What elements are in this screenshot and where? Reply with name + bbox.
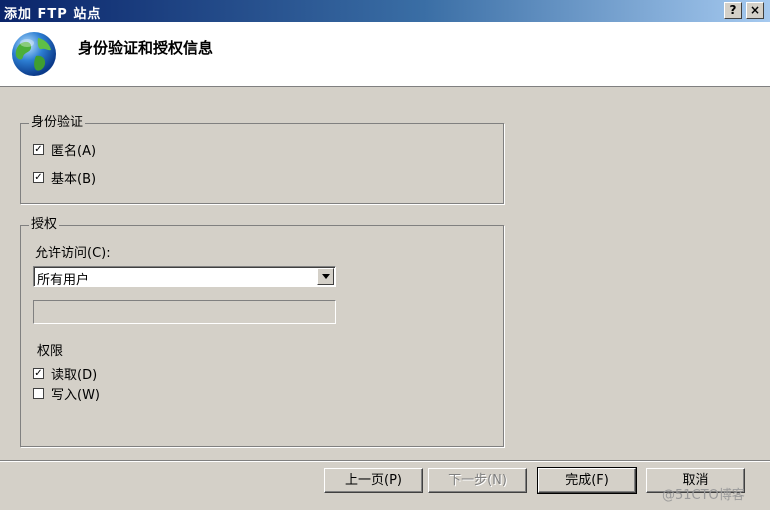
watermark: @51CTO博客 [662, 488, 745, 503]
anonymous-check-box[interactable]: ✓ [33, 144, 44, 155]
allow-access-select[interactable]: 所有用户 [33, 266, 336, 288]
footer-divider [0, 460, 770, 462]
authorization-legend: 授权 [31, 217, 58, 232]
write-checkbox[interactable]: 写入(W) [33, 384, 100, 403]
allow-access-value: 所有用户 [37, 273, 90, 288]
title-bar: 添加 FTP 站点 ? × [0, 0, 770, 22]
authentication-legend: 身份验证 [31, 115, 84, 130]
anonymous-checkbox[interactable]: ✓ 匿名(A) [33, 140, 96, 159]
help-button[interactable]: ? [724, 2, 742, 19]
basic-check-box[interactable]: ✓ [33, 172, 44, 183]
basic-checkbox[interactable]: ✓ 基本(B) [33, 168, 96, 187]
chevron-down-icon[interactable] [317, 268, 334, 285]
permissions-label: 权限 [37, 344, 64, 359]
write-check-box[interactable] [33, 388, 44, 399]
window-title: 添加 FTP 站点 [4, 7, 102, 22]
authentication-group: 身份验证 [20, 116, 504, 204]
close-button[interactable]: × [746, 2, 764, 19]
next-button[interactable]: 下一步(N) [428, 468, 527, 493]
read-checkbox[interactable]: ✓ 读取(D) [33, 364, 97, 383]
anonymous-label: 匿名(A) [51, 144, 97, 159]
users-textbox [33, 300, 336, 324]
globe-icon [12, 32, 56, 76]
write-label: 写入(W) [51, 388, 100, 403]
allow-access-label: 允许访问(C): [35, 246, 111, 261]
wizard-header: 身份验证和授权信息 [0, 22, 770, 87]
previous-button[interactable]: 上一页(P) [324, 468, 423, 493]
basic-label: 基本(B) [51, 172, 97, 187]
page-heading: 身份验证和授权信息 [78, 39, 214, 57]
read-check-box[interactable]: ✓ [33, 368, 44, 379]
finish-button[interactable]: 完成(F) [537, 467, 637, 494]
read-label: 读取(D) [51, 368, 98, 383]
